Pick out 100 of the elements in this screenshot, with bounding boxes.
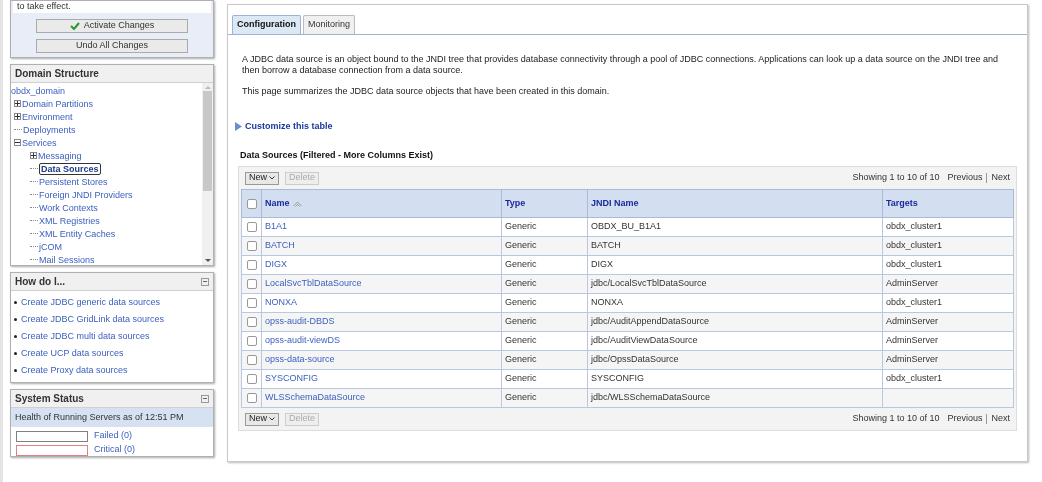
- table-cell: Generic: [505, 373, 537, 384]
- column-header[interactable]: Type: [505, 196, 526, 211]
- tree-item[interactable]: Messaging: [38, 150, 82, 161]
- table-cell: Generic: [505, 259, 537, 270]
- activate-changes-button[interactable]: Activate Changes: [36, 19, 188, 33]
- next-link[interactable]: Next: [991, 412, 1010, 426]
- data-source-link[interactable]: BATCH: [265, 240, 295, 251]
- scrollbar[interactable]: [202, 83, 213, 265]
- row-checkbox[interactable]: [246, 336, 257, 346]
- expand-icon[interactable]: [30, 152, 37, 159]
- previous-link[interactable]: Previous: [947, 412, 983, 426]
- panel-title: System Status: [15, 392, 84, 406]
- table-cell: Generic: [505, 240, 537, 251]
- data-source-link[interactable]: opss-data-source: [265, 354, 335, 365]
- sort-icon[interactable]: [292, 200, 302, 207]
- tree-item[interactable]: Services: [22, 137, 57, 148]
- collapse-icon[interactable]: [14, 139, 21, 146]
- data-source-link[interactable]: opss-audit-DBDS: [265, 316, 335, 327]
- how-to-link[interactable]: Create JDBC GridLink data sources: [21, 312, 165, 327]
- customize-table-link[interactable]: Customize this table: [245, 120, 333, 134]
- table-cell: BATCH: [591, 240, 621, 251]
- table-cell: AdminServer: [886, 278, 939, 289]
- how-to-link[interactable]: Create JDBC generic data sources: [21, 295, 161, 310]
- bullet-icon: [14, 369, 17, 372]
- table-cell: Generic: [505, 392, 537, 403]
- tree-item[interactable]: Environment: [22, 111, 73, 122]
- data-source-link[interactable]: NONXA: [265, 297, 297, 308]
- new-button[interactable]: New: [245, 412, 279, 426]
- tree-item[interactable]: obdx_domain: [11, 85, 66, 96]
- table-cell: obdx_cluster1: [886, 259, 943, 270]
- tree-item[interactable]: Persistent Stores: [39, 176, 108, 187]
- new-button[interactable]: New: [245, 171, 279, 185]
- tree-item[interactable]: Domain Partitions: [22, 98, 94, 109]
- tree-item[interactable]: jCOM: [39, 241, 62, 252]
- table-cell: jdbc/AuditAppendDataSource: [591, 316, 710, 327]
- health-link[interactable]: Failed (0): [94, 429, 132, 443]
- table-cell: Generic: [505, 354, 537, 365]
- tree-item[interactable]: Data Sources: [39, 162, 101, 175]
- row-checkbox[interactable]: [246, 355, 257, 365]
- table-cell: Generic: [505, 297, 537, 308]
- pagination-status: Showing 1 to 10 of 10: [852, 171, 940, 185]
- tree-item[interactable]: Mail Sessions: [39, 254, 95, 265]
- expand-icon[interactable]: [14, 113, 21, 120]
- table-cell: Generic: [505, 221, 537, 232]
- change-message: to take effect.: [17, 0, 71, 14]
- column-header[interactable]: Name: [265, 196, 290, 211]
- tree-item[interactable]: Work Contexts: [39, 202, 98, 213]
- description-text: A JDBC data source is an object bound to the JNDI tree that provides database connectivity through a pool of JDBC connections. Applications can look up a data source on the JNDI tree and then borrow a database connection from a data source.: [242, 54, 999, 76]
- caret-icon: [269, 417, 275, 421]
- panel-title: How do I...: [15, 275, 65, 289]
- row-checkbox[interactable]: [246, 241, 257, 251]
- tab[interactable]: Configuration: [232, 15, 301, 34]
- panel-title: Domain Structure: [15, 67, 99, 81]
- next-link[interactable]: Next: [991, 171, 1010, 185]
- tree-item[interactable]: XML Entity Caches: [39, 228, 116, 239]
- table-cell: jdbc/AuditViewDataSource: [591, 335, 698, 346]
- undo-changes-button[interactable]: Undo All Changes: [36, 39, 188, 53]
- tree-item[interactable]: Foreign JNDI Providers: [39, 189, 133, 200]
- row-checkbox[interactable]: [246, 298, 257, 308]
- data-source-link[interactable]: SYSCONFIG: [265, 373, 318, 384]
- row-checkbox[interactable]: [246, 317, 257, 327]
- tree-item[interactable]: XML Registries: [39, 215, 100, 226]
- table-cell: obdx_cluster1: [886, 240, 943, 251]
- row-checkbox[interactable]: [246, 279, 257, 289]
- tree-item[interactable]: Deployments: [23, 124, 76, 135]
- table-cell: AdminServer: [886, 316, 939, 327]
- previous-link[interactable]: Previous: [947, 171, 983, 185]
- table-cell: obdx_cluster1: [886, 373, 943, 384]
- checkmark-icon: [69, 22, 80, 30]
- scroll-up-icon[interactable]: [204, 83, 211, 91]
- bullet-icon: [14, 301, 17, 304]
- select-all-checkbox[interactable]: [246, 198, 257, 209]
- health-link[interactable]: Critical (0): [94, 443, 135, 457]
- bullet-icon: [14, 318, 17, 321]
- data-source-link[interactable]: opss-audit-viewDS: [265, 335, 341, 346]
- pagination-status: Showing 1 to 10 of 10: [852, 412, 940, 426]
- data-source-link[interactable]: DIGX: [265, 259, 287, 270]
- table-cell: jdbc/OpssDataSource: [591, 354, 679, 365]
- table-cell: AdminServer: [886, 335, 939, 346]
- column-header[interactable]: Targets: [886, 196, 918, 211]
- table-cell: NONXA: [591, 297, 623, 308]
- how-to-link[interactable]: Create Proxy data sources: [21, 363, 128, 378]
- table-cell: OBDX_BU_B1A1: [591, 221, 662, 232]
- column-header[interactable]: JNDI Name: [591, 196, 639, 211]
- row-checkbox[interactable]: [246, 374, 257, 384]
- table-cell: Generic: [505, 335, 537, 346]
- table-cell: SYSCONFIG: [591, 373, 644, 384]
- expand-icon[interactable]: [14, 100, 21, 107]
- expand-triangle-icon: [235, 122, 242, 132]
- row-checkbox[interactable]: [246, 393, 257, 403]
- table-cell: jdbc/WLSSchemaDataSource: [591, 392, 711, 403]
- data-source-link[interactable]: B1A1: [265, 221, 288, 232]
- row-checkbox[interactable]: [246, 222, 257, 232]
- how-to-link[interactable]: Create JDBC multi data sources: [21, 329, 150, 344]
- scroll-down-icon[interactable]: [204, 257, 211, 265]
- row-checkbox[interactable]: [246, 260, 257, 270]
- caret-icon: [269, 176, 275, 180]
- table-title: Data Sources (Filtered - More Columns Exist): [239, 148, 435, 162]
- tab[interactable]: Monitoring: [303, 15, 356, 34]
- how-to-link[interactable]: Create UCP data sources: [21, 346, 124, 361]
